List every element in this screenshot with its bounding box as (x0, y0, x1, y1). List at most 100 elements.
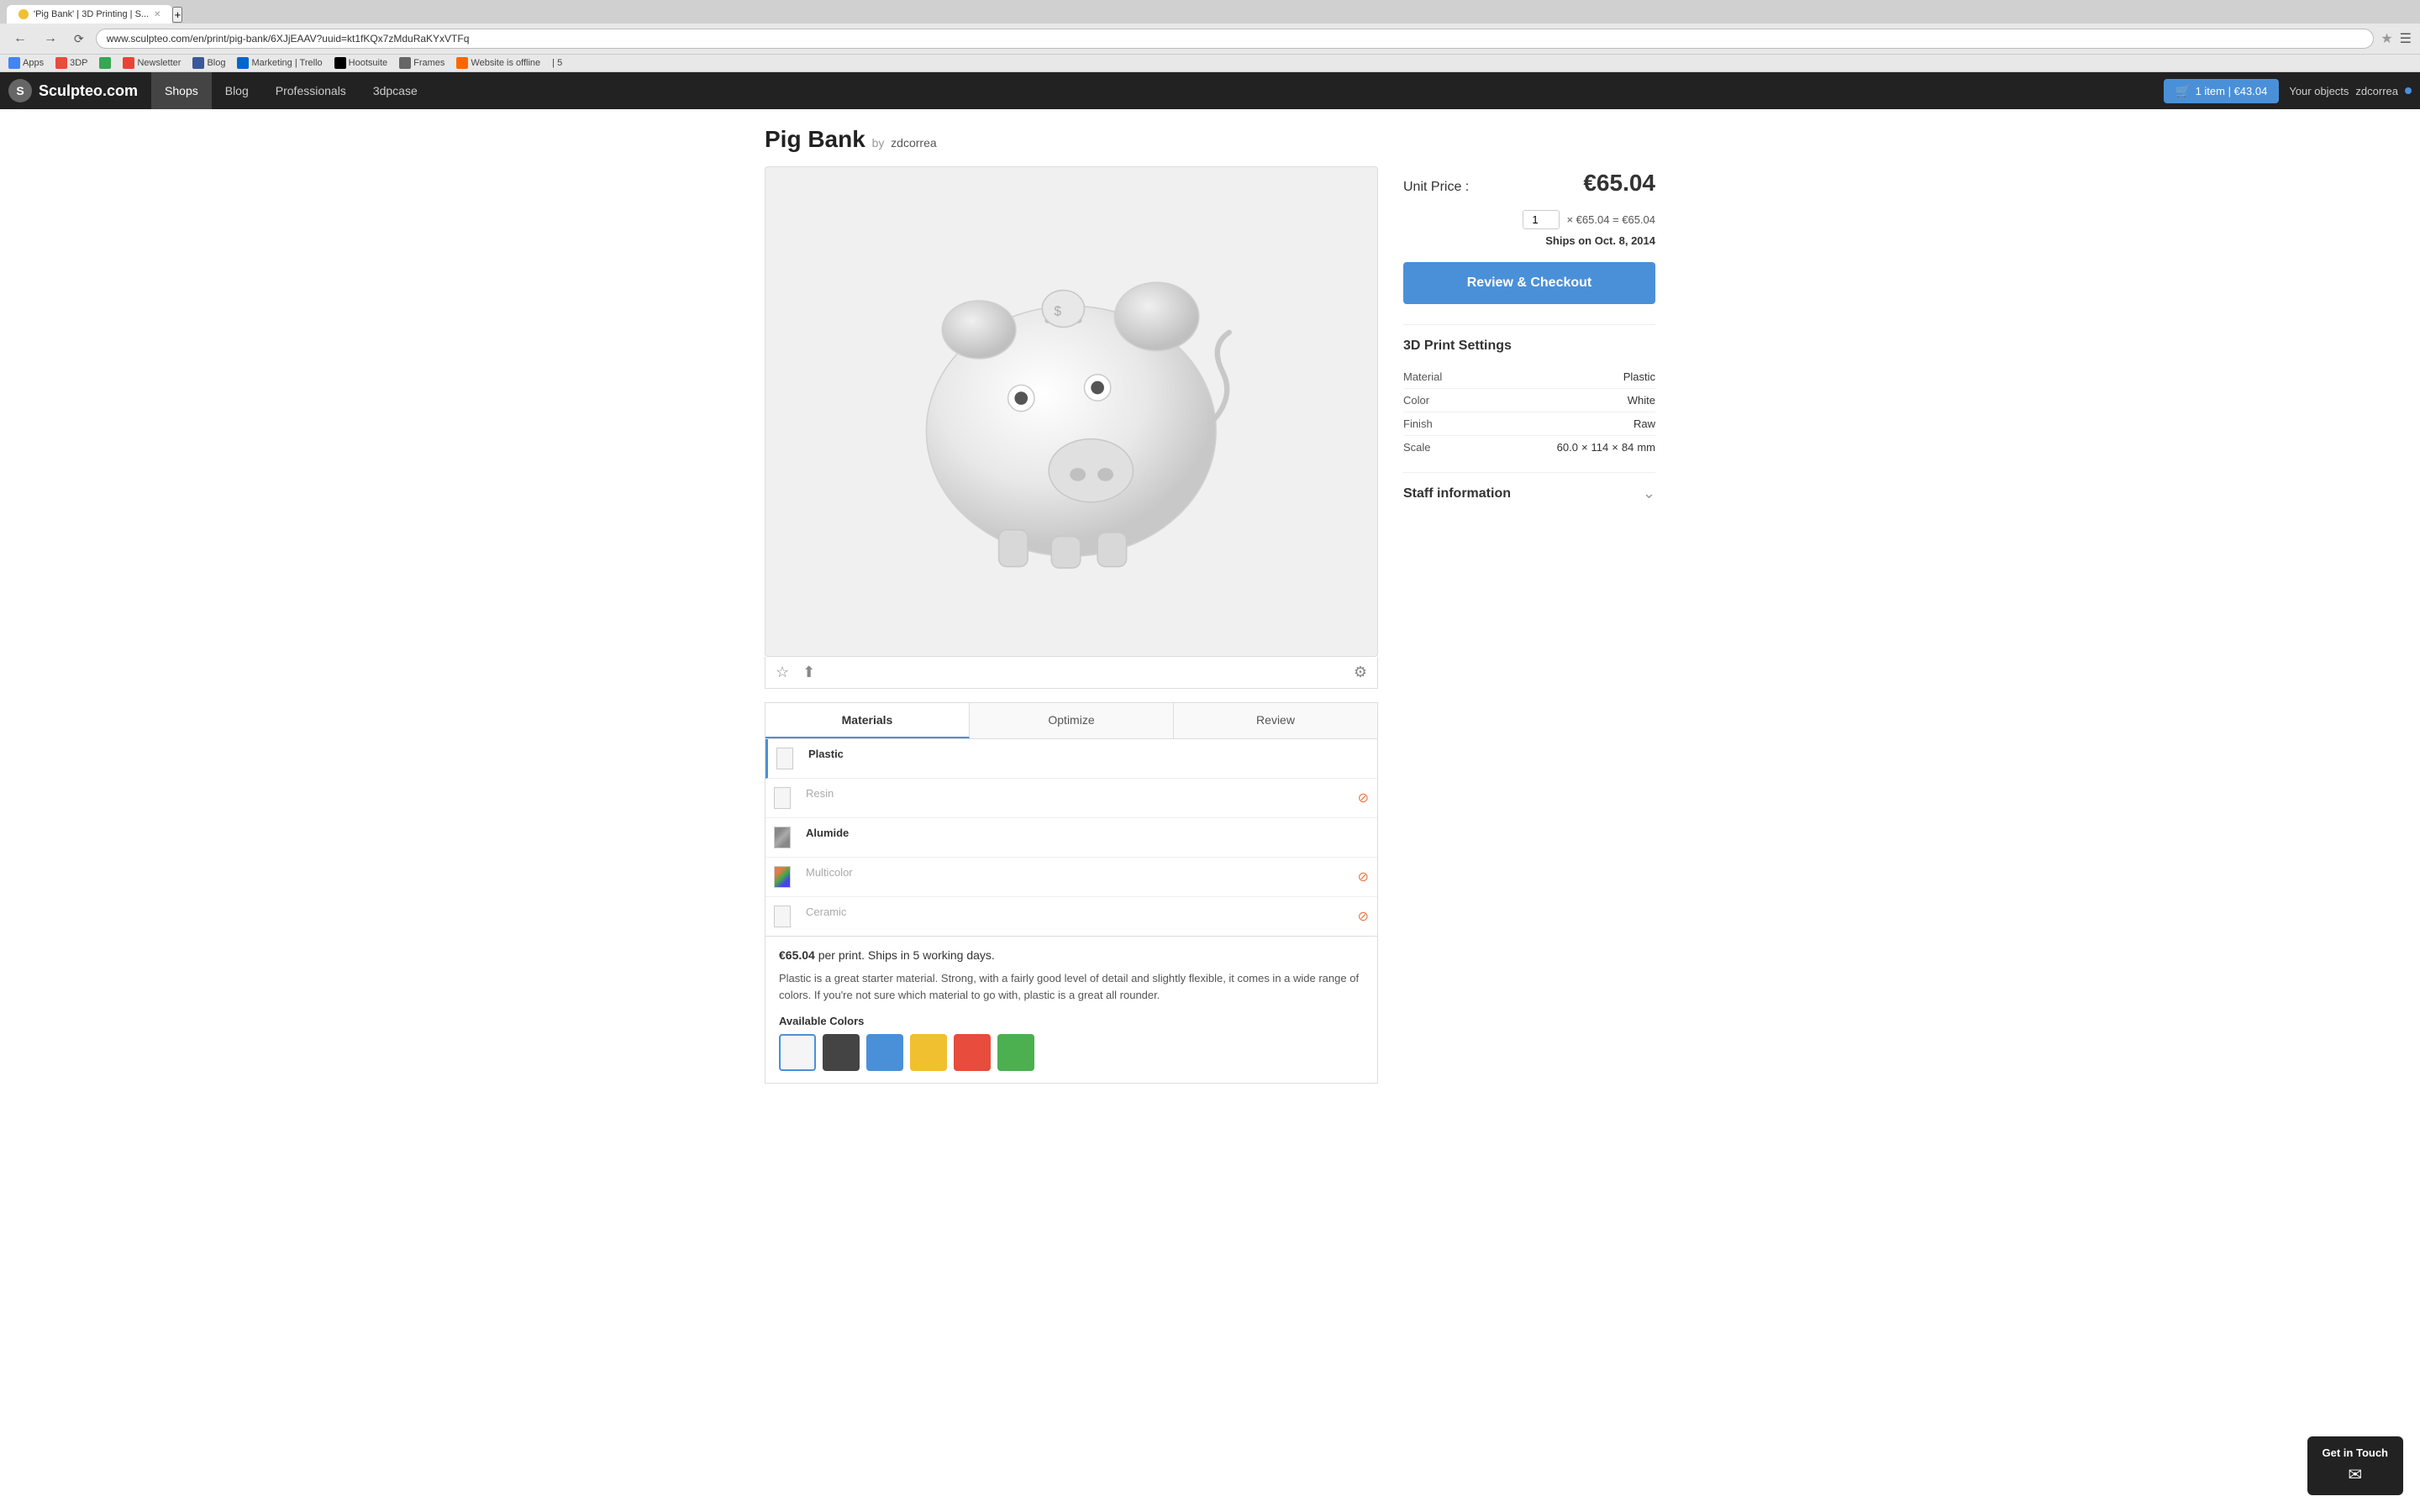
tab-materials[interactable]: Materials (765, 703, 970, 738)
alumide-swatch (765, 818, 799, 857)
setting-finish: Finish Raw (1403, 412, 1655, 436)
setting-color: Color White (1403, 389, 1655, 412)
bookmark-website[interactable]: Website is offline (456, 57, 540, 69)
quantity-input[interactable] (1523, 210, 1560, 229)
refresh-button[interactable]: ⟳ (69, 30, 89, 48)
website-icon (456, 57, 468, 69)
color-blue[interactable] (866, 1034, 903, 1071)
ships-date: Ships on Oct. 8, 2014 (1403, 234, 1655, 247)
staff-section: Staff information ⌄ (1403, 472, 1655, 502)
page-content: Pig Bank by zdcorrea (748, 109, 1672, 1100)
nav-blog[interactable]: Blog (212, 72, 262, 109)
resin-swatch (765, 779, 799, 817)
apps-icon (8, 57, 20, 69)
bookmark-drive[interactable] (99, 57, 111, 69)
staff-title: Staff information (1403, 486, 1511, 501)
bookmark-hootsuite[interactable]: Hootsuite (334, 57, 387, 69)
bookmark-frames[interactable]: Frames (399, 57, 445, 69)
blog-icon (192, 57, 204, 69)
material-per-print: per print. Ships in 5 working days. (818, 948, 995, 962)
multicolor-swatch (765, 858, 799, 896)
left-column: $ ☆ ⬆ ⚙ Materials Optimize (765, 166, 1378, 1084)
color-swatches (779, 1034, 1364, 1071)
alumide-info: Alumide (799, 818, 1377, 857)
browser-chrome: 'Pig Bank' | 3D Printing | S... ✕ + ← → … (0, 0, 2420, 72)
nav-3dpcase[interactable]: 3dpcase (360, 72, 431, 109)
nav-shops[interactable]: Shops (151, 72, 212, 109)
bookmark-star-button[interactable]: ★ (2381, 30, 2392, 47)
bookmarks-bar: Apps 3DP Newsletter Blog Marketing | Tre… (0, 54, 2420, 71)
browser-menu-button[interactable]: ☰ (2400, 30, 2412, 47)
nav-professionals[interactable]: Professionals (262, 72, 360, 109)
bookmark-apps[interactable]: Apps (8, 57, 44, 69)
plastic-name: Plastic (808, 748, 844, 760)
resin-swatch-box (774, 787, 791, 809)
forward-button[interactable]: → (39, 29, 62, 48)
site-logo[interactable]: S Sculpteo.com (8, 79, 138, 102)
share-icon[interactable]: ⬆ (802, 664, 815, 681)
bookmark-newsletter[interactable]: Newsletter (123, 57, 181, 69)
new-tab-button[interactable]: + (172, 7, 182, 23)
setting-scale-label: Scale (1403, 441, 1431, 454)
address-bar[interactable] (96, 29, 2375, 49)
bookmark-marketing[interactable]: Marketing | Trello (237, 57, 322, 69)
material-plastic[interactable]: Plastic (765, 739, 1377, 779)
setting-scale: Scale 60.0 × 114 × 84 mm (1403, 436, 1655, 459)
cart-button[interactable]: 🛒 1 item | €43.04 (2164, 79, 2279, 103)
resin-name: Resin (806, 787, 834, 800)
cart-icon: 🛒 (2175, 84, 2190, 98)
tab-review[interactable]: Review (1174, 703, 1377, 738)
material-description: €65.04 per print. Ships in 5 working day… (765, 937, 1378, 1084)
drive-icon (99, 57, 111, 69)
product-image: $ (765, 166, 1378, 657)
setting-scale-value: 60.0 × 114 × 84 mm (1557, 441, 1655, 454)
svg-text:$: $ (1055, 305, 1062, 319)
bookmark-blog[interactable]: Blog (192, 57, 225, 69)
hootsuite-icon (334, 57, 346, 69)
setting-material-label: Material (1403, 370, 1442, 383)
color-yellow[interactable] (910, 1034, 947, 1071)
staff-header[interactable]: Staff information ⌄ (1403, 485, 1655, 502)
tab-close-icon[interactable]: ✕ (154, 10, 160, 19)
alumide-swatch-box (774, 827, 791, 848)
plastic-swatch (768, 739, 802, 778)
active-tab[interactable]: 'Pig Bank' | 3D Printing | S... ✕ (7, 5, 172, 24)
checkout-button[interactable]: Review & Checkout (1403, 262, 1655, 304)
bookmark-3dp-label: 3DP (70, 58, 87, 68)
favorite-icon[interactable]: ☆ (776, 664, 789, 681)
marketing-icon (237, 57, 249, 69)
color-dark[interactable] (823, 1034, 860, 1071)
setting-color-value: White (1628, 394, 1655, 407)
bookmark-count[interactable]: | 5 (552, 58, 562, 68)
cart-label: 1 item | €43.04 (2196, 85, 2268, 97)
color-red[interactable] (954, 1034, 991, 1071)
newsletter-icon (123, 57, 134, 69)
back-button[interactable]: ← (8, 29, 32, 48)
get-in-touch-widget[interactable]: Get in Touch ✉ (2307, 1436, 2403, 1495)
unit-price-section: Unit Price : €65.04 (1403, 170, 1655, 197)
username: zdcorrea (2355, 85, 2398, 97)
material-tabs: Materials Optimize Review (765, 702, 1378, 739)
setting-color-label: Color (1403, 394, 1429, 407)
color-green[interactable] (997, 1034, 1034, 1071)
color-white[interactable] (779, 1034, 816, 1071)
tab-optimize[interactable]: Optimize (970, 703, 1174, 738)
tab-favicon (18, 9, 29, 19)
your-objects-link[interactable]: Your objects (2289, 85, 2349, 97)
display-settings-icon[interactable]: ⚙ (1354, 664, 1367, 681)
multicolor-swatch-box (774, 866, 791, 888)
bookmark-apps-label: Apps (23, 58, 44, 68)
author-name: zdcorrea (891, 136, 936, 150)
ceramic-name: Ceramic (806, 906, 846, 918)
ceramic-unavailable-icon: ⊘ (1349, 897, 1377, 936)
tab-title: 'Pig Bank' | 3D Printing | S... (34, 9, 149, 19)
bookmark-3dp[interactable]: 3DP (55, 57, 87, 69)
pig-illustration: $ (857, 240, 1286, 582)
page-title: Pig Bank by zdcorrea (765, 126, 1655, 153)
material-alumide[interactable]: Alumide (765, 818, 1377, 858)
action-icons-group: ☆ ⬆ (776, 664, 815, 681)
unit-price-value: €65.04 (1583, 170, 1655, 197)
setting-finish-value: Raw (1634, 417, 1655, 430)
browser-toolbar: ← → ⟳ ★ ☰ (0, 24, 2420, 54)
nav-links: Shops Blog Professionals 3dpcase (151, 72, 2164, 109)
